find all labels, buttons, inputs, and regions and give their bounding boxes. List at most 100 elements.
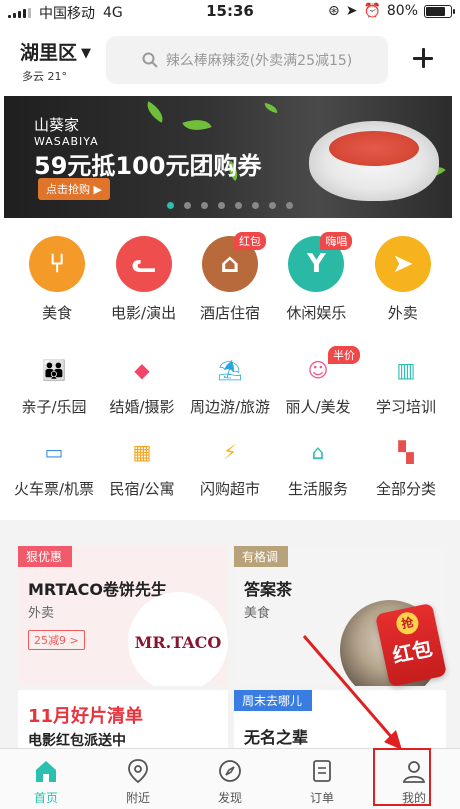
carousel-dot[interactable] <box>201 202 208 209</box>
category-label: 美食 <box>42 304 73 322</box>
category-item[interactable]: ⌂ 酒店住宿 红包 <box>190 232 270 336</box>
coupon-tag: 25减9 > <box>28 630 85 650</box>
home-icon <box>32 757 60 785</box>
category-label: 生活服务 <box>287 480 348 498</box>
category-label: 休闲娱乐 <box>286 304 347 322</box>
category-item[interactable]: 👪 亲子/乐园 <box>10 356 98 417</box>
category-tag: 红包 <box>233 232 266 250</box>
leaf-decoration <box>182 113 212 137</box>
search-bar[interactable]: 辣么棒麻辣烫(外卖满25减15) <box>106 36 388 84</box>
mrtaco-logo-text: MR.TACO <box>134 632 222 652</box>
carousel-dot[interactable] <box>184 202 191 209</box>
category-item[interactable]: ☺ 丽人/美发 半价 <box>274 346 362 417</box>
tab-order[interactable]: 订单 <box>276 749 368 809</box>
sashimi-dish-image <box>309 121 439 201</box>
category-label: 亲子/乐园 <box>21 398 87 416</box>
location-icon <box>124 757 152 785</box>
highlight-box <box>373 748 431 806</box>
add-button[interactable] <box>405 40 441 76</box>
cat-icon: ᓚ <box>115 236 172 292</box>
category-item[interactable]: ▥ 学习培训 <box>362 356 450 417</box>
category-label: 全部分类 <box>375 480 436 498</box>
category-label: 外卖 <box>387 304 418 322</box>
mrtaco-logo: MR.TACO <box>128 592 228 686</box>
category-label: 电影/演出 <box>111 304 177 322</box>
card-subtitle: 外卖 <box>28 606 55 621</box>
family-icon: 👪 <box>41 358 67 382</box>
palm-icon: ⛱ <box>217 358 243 382</box>
category-item[interactable]: ⛱ 周边游/旅游 <box>186 356 274 417</box>
carousel-dot[interactable] <box>252 202 259 209</box>
category-label: 周边游/旅游 <box>189 398 271 416</box>
deal-card-mrtaco[interactable]: 狠优惠 MRTACO卷饼先生 外卖 25减9 > MR.TACO <box>18 546 228 686</box>
category-item[interactable]: ᓚ 电影/演出 <box>104 236 184 336</box>
banner-cta-button[interactable]: 点击抢购 ▶ <box>38 178 110 200</box>
tab-label: 订单 <box>309 791 334 805</box>
diamond-icon: ◆ <box>134 358 150 382</box>
alarm-icon: ⏰ <box>363 3 381 19</box>
delivery-icon: ➤ <box>374 236 431 292</box>
search-icon <box>142 52 158 68</box>
category-row-second: 👪 亲子/乐园 ◆ 结婚/摄影 ⛱ 周边游/旅游 ☺ 丽人/美发 半价 ▥ 学习培… <box>0 346 460 417</box>
category-item[interactable]: Y 休闲娱乐 嗨唱 <box>276 232 356 336</box>
top-header: 湖里区 ▼ 多云 21° 辣么棒麻辣烫(外卖满25减15) <box>0 26 460 92</box>
tab-label: 首页 <box>33 791 58 805</box>
card-title: MRTACO卷饼先生 <box>28 580 167 599</box>
brand-logo: 山葵家 WASABIYA <box>34 114 99 148</box>
tab-location[interactable]: 附近 <box>92 749 184 809</box>
house-icon: ⌂ <box>311 440 325 464</box>
category-label: 结婚/摄影 <box>109 398 175 416</box>
category-item[interactable]: ◆ 结婚/摄影 <box>98 356 186 417</box>
tab-label: 发现 <box>217 791 242 805</box>
category-item[interactable]: ⌂ 生活服务 <box>274 438 362 499</box>
banner-headline: 59元抵100元团购券 <box>34 152 262 180</box>
carousel-dot[interactable] <box>235 202 242 209</box>
carousel-dot[interactable] <box>218 202 225 209</box>
carousel-dot[interactable] <box>286 202 293 209</box>
grid-icon: ▚ <box>398 440 414 464</box>
weekend-badge: 周末去哪儿 <box>234 690 313 711</box>
category-label: 丽人/美发 <box>285 398 351 416</box>
brand-name-cn: 山葵家 <box>34 116 80 134</box>
carousel-dot[interactable] <box>269 202 276 209</box>
category-item[interactable]: ▦ 民宿/公寓 <box>98 438 186 499</box>
fork-knife-icon: ⑂ <box>29 236 86 292</box>
category-row-third: ▭ 火车票/机票 ▦ 民宿/公寓 ⚡ 闪购超市 ⌂ 生活服务 ▚ 全部分类 <box>0 438 460 499</box>
tab-compass[interactable]: 发现 <box>184 749 276 809</box>
category-label: 学习培训 <box>375 398 436 416</box>
leaf-decoration <box>142 101 168 123</box>
category-label: 酒店住宿 <box>199 304 260 322</box>
category-item[interactable]: ➤ 外卖 <box>363 236 443 336</box>
chevron-down-icon: ▼ <box>81 46 92 61</box>
category-tag: 嗨唱 <box>320 232 353 250</box>
card-title: 无名之辈 <box>244 728 309 747</box>
leaf-decoration <box>263 102 279 114</box>
category-row-main: ⑂ 美食 ᓚ 电影/演出 ⌂ 酒店住宿 红包 Y 休闲娱乐 嗨唱 ➤ 外卖 <box>0 232 460 336</box>
card-title: 答案茶 <box>244 580 293 599</box>
promo-banner[interactable]: 山葵家 WASABIYA 59元抵100元团购券 点击抢购 ▶ <box>4 96 452 218</box>
style-badge: 有格调 <box>234 546 289 567</box>
category-item[interactable]: ⑂ 美食 <box>17 236 97 336</box>
category-label: 火车票/机票 <box>13 480 95 498</box>
battery-icon <box>424 4 455 18</box>
city-selector[interactable]: 湖里区 ▼ <box>20 38 91 65</box>
card-title: 11月好片清单 <box>28 706 144 727</box>
lightning-icon: ⚡ <box>222 440 238 464</box>
category-item[interactable]: ▭ 火车票/机票 <box>10 438 98 499</box>
battery-percent: 80% <box>386 3 418 19</box>
carousel-dots <box>0 202 460 209</box>
tab-label: 附近 <box>125 791 150 805</box>
weather-label: 多云 21° <box>22 70 67 83</box>
category-item[interactable]: ▚ 全部分类 <box>362 438 450 499</box>
status-bar: 中国移动 4G 15:36 ⊛ ➤ ⏰ 80% <box>0 0 460 24</box>
card-subtitle: 电影红包派送中 <box>28 733 126 749</box>
city-name: 湖里区 <box>20 42 78 64</box>
location-arrow-icon: ➤ <box>345 3 358 19</box>
category-item[interactable]: ⚡ 闪购超市 <box>186 438 274 499</box>
carousel-dot[interactable] <box>167 202 174 209</box>
train-icon: ▭ <box>44 440 64 464</box>
compass-icon <box>216 757 244 785</box>
search-placeholder: 辣么棒麻辣烫(外卖满25减15) <box>165 53 353 69</box>
order-icon <box>308 757 336 785</box>
tab-home[interactable]: 首页 <box>0 749 92 809</box>
